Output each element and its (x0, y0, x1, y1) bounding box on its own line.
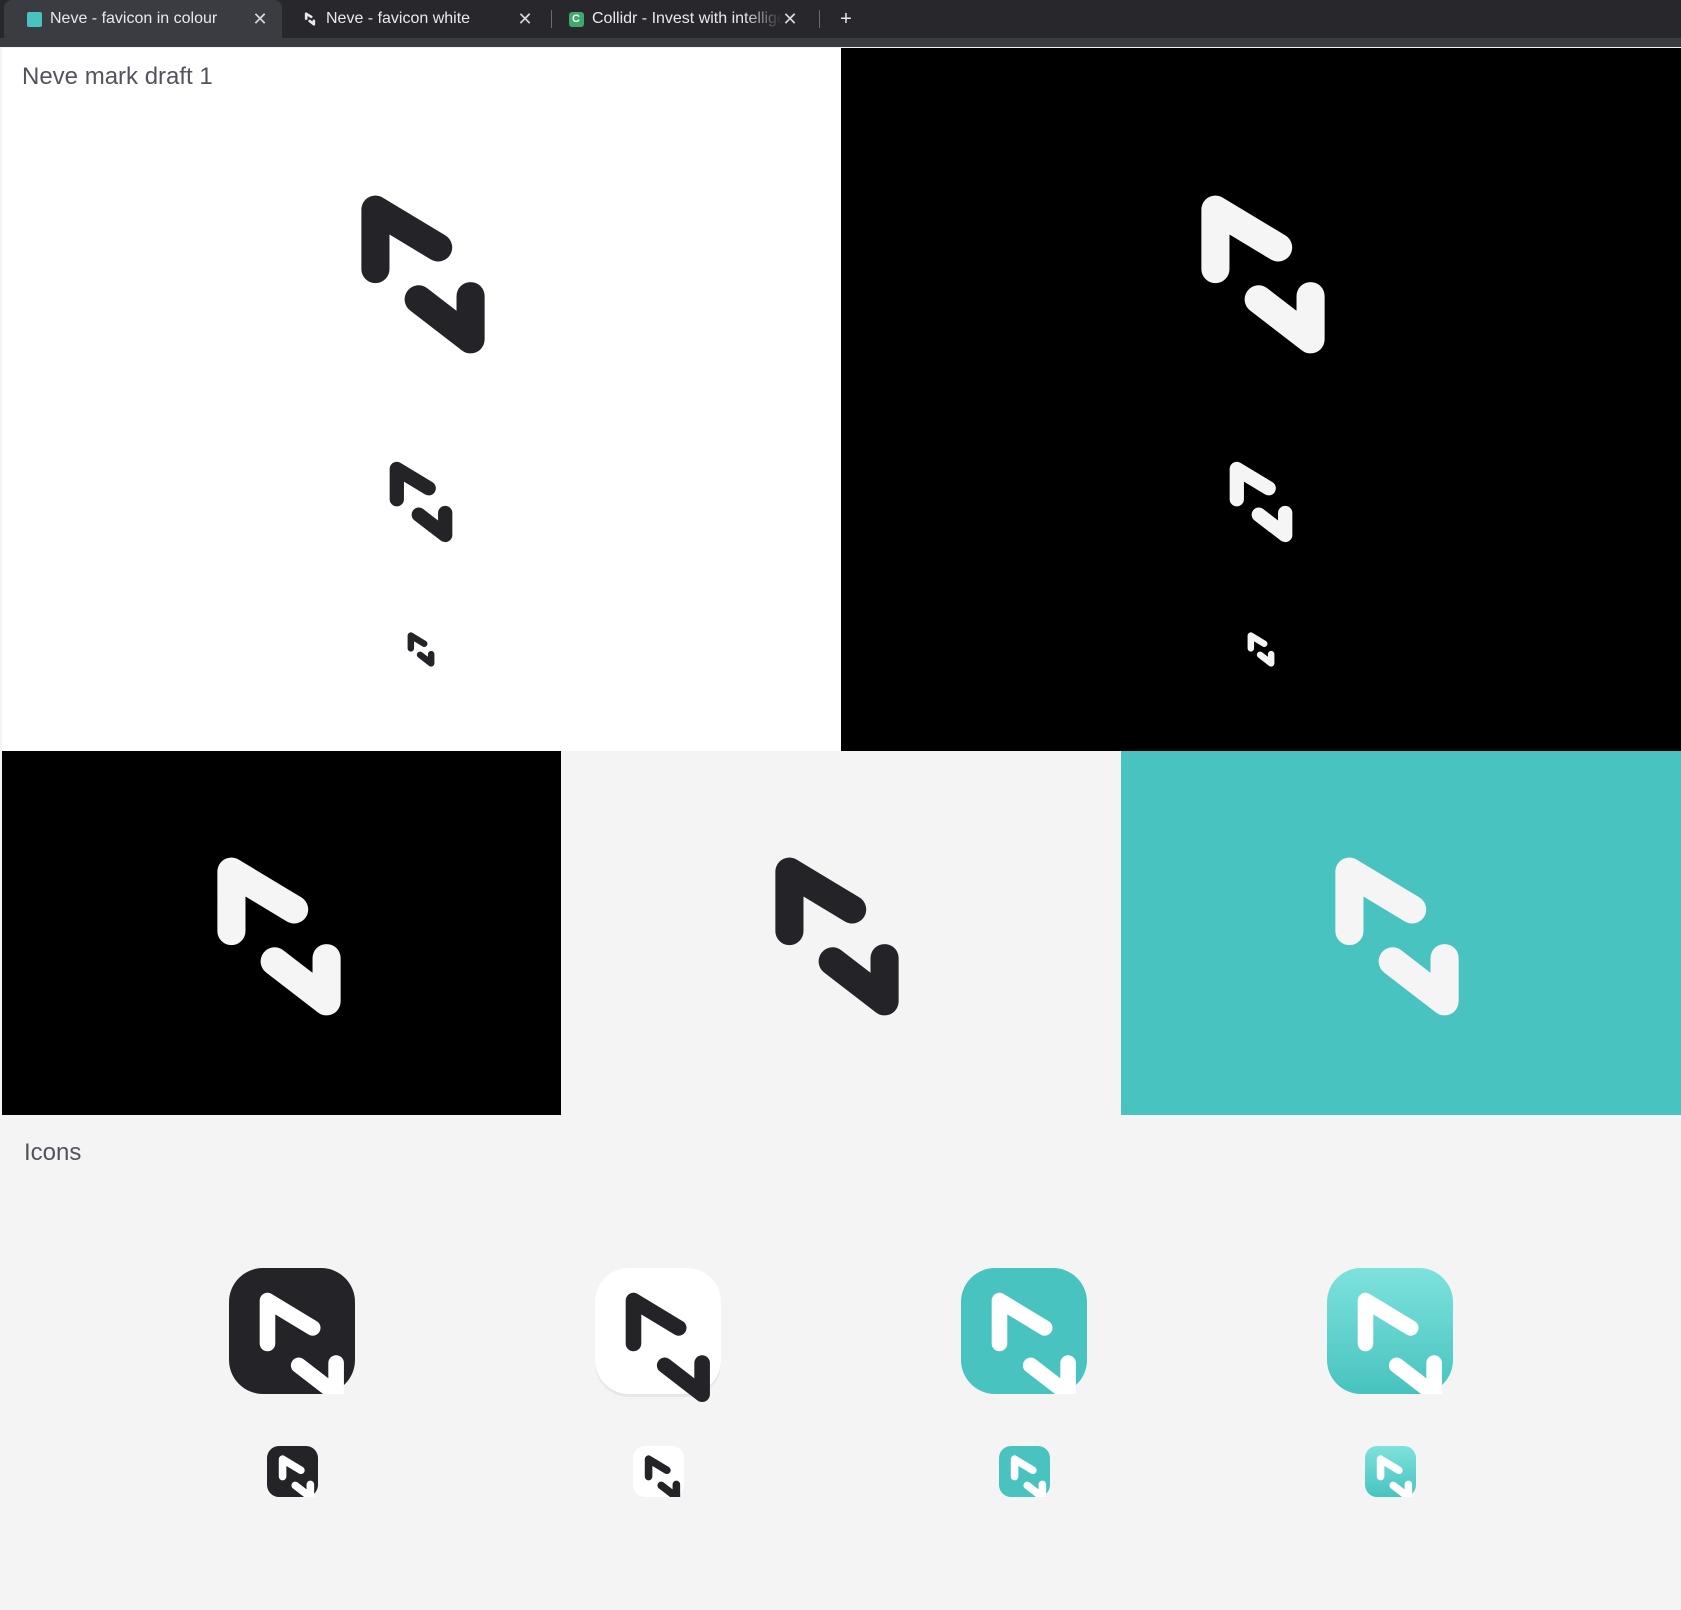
app-icon-teal-gradient-small (1365, 1446, 1416, 1497)
neve-mark-medium-white-icon (1229, 461, 1293, 543)
icons-heading: Icons (24, 1139, 82, 1166)
page-title: Neve mark draft 1 (22, 63, 213, 90)
tab-collidr[interactable]: C Collidr - Invest with intelligence ✕ (560, 0, 812, 38)
tab-separator (819, 10, 820, 28)
mark-panel-white: Neve mark draft 1 (2, 48, 841, 751)
neve-mark-large-dark-icon (361, 195, 485, 354)
neve-mark-favicon-icon (302, 11, 318, 27)
app-icon-dark-large (229, 1268, 355, 1394)
browser-toolbar-edge (0, 38, 1681, 47)
neve-mark-small-white-icon (1247, 632, 1275, 667)
close-tab-icon[interactable]: ✕ (517, 9, 533, 30)
collidr-c-favicon-icon: C (568, 11, 584, 27)
mark-panel-teal (1121, 751, 1681, 1115)
close-tab-icon[interactable]: ✕ (252, 9, 268, 30)
app-icon-teal-large (961, 1268, 1087, 1394)
tab-neve-favicon-white[interactable]: Neve - favicon white ✕ (292, 0, 547, 38)
neve-mark-dark-on-light-icon (775, 857, 899, 1016)
new-tab-button[interactable]: + (836, 0, 856, 38)
neve-mark-small-dark-icon (407, 632, 435, 667)
teal-square-favicon-icon (26, 11, 42, 27)
app-icon-teal-gradient-large (1327, 1268, 1453, 1394)
mark-panel-black (841, 48, 1681, 751)
neve-mark-medium-dark-icon (389, 461, 453, 543)
icons-section: Icons (0, 1115, 1681, 1610)
app-icon-white-small (633, 1446, 684, 1497)
tab-title: Neve - favicon white (326, 10, 471, 27)
app-icon-dark-small (267, 1446, 318, 1497)
neve-mark-white-on-black-icon (217, 857, 341, 1016)
app-icon-white-large (595, 1268, 721, 1402)
mark-panel-black-2 (2, 751, 561, 1115)
neve-mark-large-white-icon (1201, 195, 1325, 354)
tab-separator (551, 10, 552, 28)
app-icon-teal-small (999, 1446, 1050, 1497)
browser-tab-strip: Neve - favicon in colour ✕ Neve - favico… (0, 0, 1681, 38)
close-tab-icon[interactable]: ✕ (782, 9, 798, 30)
mark-panel-light (561, 751, 1121, 1115)
tab-title: Collidr - Invest with intelligence (592, 10, 782, 27)
neve-mark-white-on-teal-icon (1335, 857, 1459, 1016)
tab-title: Neve - favicon in colour (50, 10, 218, 27)
tab-neve-favicon-colour[interactable]: Neve - favicon in colour ✕ (4, 0, 282, 38)
